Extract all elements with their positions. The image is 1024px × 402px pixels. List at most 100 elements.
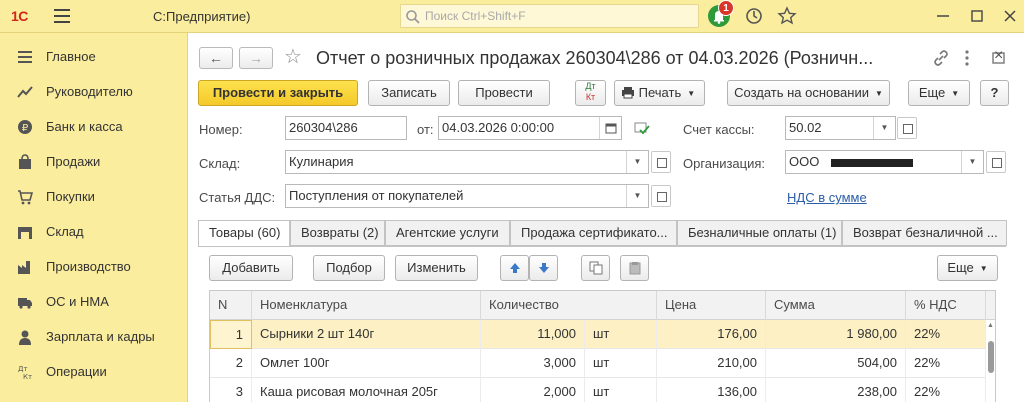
pick-button[interactable]: Подбор (313, 255, 385, 281)
cell-vat[interactable]: 22% (906, 349, 986, 378)
chevron-down-icon[interactable]: ▼ (626, 151, 648, 173)
form-close-icon[interactable]: × (994, 47, 1003, 65)
move-up-button[interactable] (500, 255, 529, 281)
dds-field[interactable]: Поступления от покупателей ▼ (285, 184, 649, 208)
date-field[interactable]: 04.03.2026 0:00:00 (438, 116, 622, 140)
add-button[interactable]: Добавить (209, 255, 293, 281)
cell-price[interactable]: 210,00 (657, 349, 766, 378)
cell-qty[interactable]: 11,000 (481, 320, 585, 349)
dt-kt-button[interactable]: Дт Кт (575, 80, 606, 106)
search-input[interactable]: Поиск Ctrl+Shift+F (400, 4, 699, 28)
number-field[interactable]: 260304\286 (285, 116, 407, 140)
move-down-button[interactable] (529, 255, 558, 281)
open-dds-icon[interactable] (651, 185, 671, 207)
cell-item[interactable]: Сырники 2 шт 140г (252, 320, 481, 349)
cell-qty[interactable]: 2,000 (481, 378, 585, 402)
cell-n[interactable]: 2 (210, 349, 252, 378)
col-vat[interactable]: % НДС (906, 291, 986, 320)
cell-unit[interactable]: шт (585, 320, 657, 349)
cell-sum[interactable]: 504,00 (766, 349, 906, 378)
favorites-star-icon[interactable] (777, 6, 797, 26)
tab-certificates[interactable]: Продажа сертификато... (510, 220, 677, 246)
sidebar-item-salary[interactable]: Зарплата и кадры (0, 320, 188, 355)
open-cash-account-icon[interactable] (897, 117, 917, 139)
favorite-star-icon[interactable]: ☆ (284, 47, 302, 67)
cell-qty[interactable]: 3,000 (481, 349, 585, 378)
link-icon[interactable] (932, 49, 950, 67)
sidebar-item-manager[interactable]: Руководителю (0, 75, 188, 110)
sidebar-item-purchases[interactable]: Покупки (0, 180, 188, 215)
history-icon[interactable] (744, 6, 764, 26)
col-sum[interactable]: Сумма (766, 291, 906, 320)
open-warehouse-icon[interactable] (651, 151, 671, 173)
sidebar-item-operations[interactable]: Дт Кт Операции (0, 355, 188, 390)
warehouse-field[interactable]: Кулинария ▼ (285, 150, 649, 174)
cell-sum[interactable]: 238,00 (766, 378, 906, 402)
tab-agent-services[interactable]: Агентские услуги (385, 220, 510, 246)
sidebar-item-main[interactable]: Главное (0, 40, 188, 75)
tab-noncash-returns[interactable]: Возврат безналичной ... (842, 220, 1007, 246)
post-and-close-button[interactable]: Провести и закрыть (198, 80, 358, 106)
kt-label: Кт (585, 92, 596, 102)
organization-field[interactable]: ООО ▼ (785, 150, 984, 174)
factory-icon (18, 261, 30, 274)
scroll-up-icon[interactable]: ▲ (987, 322, 994, 329)
menu-burger-icon[interactable] (54, 9, 70, 23)
post-button[interactable]: Провести (458, 80, 550, 106)
tab-goods[interactable]: Товары (60) (198, 220, 290, 247)
cell-unit[interactable]: шт (585, 349, 657, 378)
maximize-icon[interactable] (968, 6, 986, 26)
more-vertical-icon[interactable] (963, 49, 971, 67)
vat-link[interactable]: НДС в сумме (787, 190, 867, 205)
warehouse-label: Склад: (199, 156, 241, 171)
save-button[interactable]: Записать (368, 80, 450, 106)
help-button[interactable]: ? (980, 80, 1009, 106)
sidebar-item-bank[interactable]: ₽ Банк и касса (0, 110, 188, 145)
chevron-down-icon[interactable]: ▼ (873, 117, 895, 139)
col-item[interactable]: Номенклатура (252, 291, 481, 320)
sidebar-item-production[interactable]: Производство (0, 250, 188, 285)
tab-returns[interactable]: Возвраты (2) (290, 220, 385, 246)
scrollbar-thumb[interactable] (988, 341, 994, 373)
sidebar-item-warehouse[interactable]: Склад (0, 215, 188, 250)
cell-unit[interactable]: шт (585, 378, 657, 402)
close-icon[interactable] (1001, 6, 1019, 26)
minimize-icon[interactable] (934, 6, 952, 26)
cart-icon (18, 190, 33, 205)
cash-account-field[interactable]: 50.02 ▼ (785, 116, 896, 140)
table-row[interactable]: 3 Каша рисовая молочная 205г 2,000 шт 13… (210, 378, 986, 402)
col-price[interactable]: Цена (657, 291, 766, 320)
calendar-icon[interactable] (599, 117, 621, 139)
edit-button[interactable]: Изменить (395, 255, 478, 281)
forward-button[interactable]: → (239, 47, 273, 69)
cell-vat[interactable]: 22% (906, 320, 986, 349)
cell-price[interactable]: 176,00 (657, 320, 766, 349)
table-row[interactable]: 1 Сырники 2 шт 140г 11,000 шт 176,00 1 9… (210, 320, 986, 349)
copy-button[interactable] (581, 255, 610, 281)
paste-button[interactable] (620, 255, 649, 281)
col-qty[interactable]: Количество (481, 291, 657, 320)
cell-price[interactable]: 136,00 (657, 378, 766, 402)
create-based-on-button[interactable]: Создать на основании ▼ (727, 80, 890, 106)
sidebar-item-assets[interactable]: ОС и НМА (0, 285, 188, 320)
cell-vat[interactable]: 22% (906, 378, 986, 402)
col-n[interactable]: N (210, 291, 252, 320)
sidebar-item-sales[interactable]: Продажи (0, 145, 188, 180)
cell-n[interactable]: 1 (210, 320, 252, 349)
table-row[interactable]: 2 Омлет 100г 3,000 шт 210,00 504,00 22% (210, 349, 986, 378)
chevron-down-icon[interactable]: ▼ (961, 151, 983, 173)
back-button[interactable]: ← (199, 47, 233, 69)
cell-item[interactable]: Каша рисовая молочная 205г (252, 378, 481, 402)
tab-noncash-payments[interactable]: Безналичные оплаты (1) (677, 220, 842, 246)
cell-sum[interactable]: 1 980,00 (766, 320, 906, 349)
cell-item[interactable]: Омлет 100г (252, 349, 481, 378)
print-button[interactable]: Печать ▼ (614, 80, 705, 106)
chevron-down-icon[interactable]: ▼ (626, 185, 648, 207)
open-organization-icon[interactable] (986, 151, 1006, 173)
table-more-button[interactable]: Еще ▼ (937, 255, 998, 281)
number-label: Номер: (199, 122, 243, 137)
svg-text:₽: ₽ (22, 123, 29, 134)
cell-n[interactable]: 3 (210, 378, 252, 402)
more-button[interactable]: Еще ▼ (908, 80, 970, 106)
table-scrollbar[interactable]: ▲ (986, 320, 995, 402)
